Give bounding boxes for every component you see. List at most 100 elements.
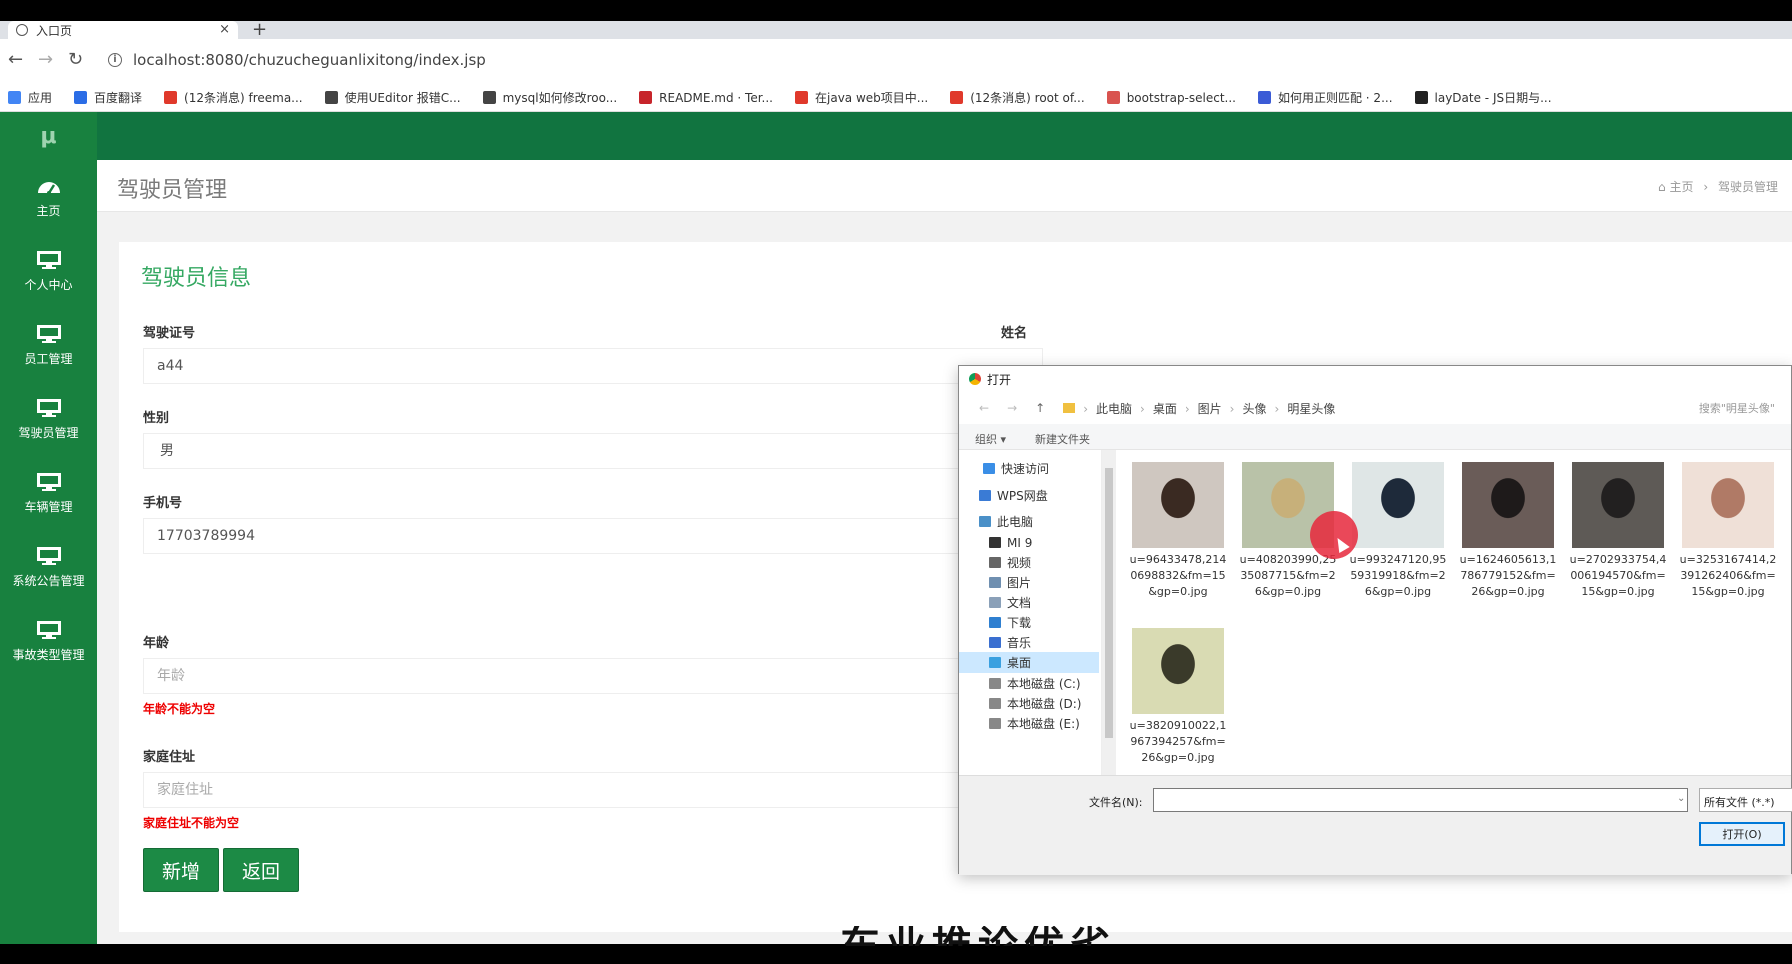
filetype-select[interactable]: 所有文件 (*.*) <box>1699 788 1792 812</box>
license-input[interactable]: a44 <box>143 348 1043 384</box>
bookmark-item[interactable]: mysql如何修改roo... <box>482 89 617 106</box>
sidebar-item[interactable]: 员工管理 <box>0 308 97 382</box>
nav-item[interactable]: 本地磁盘 (C:) <box>959 673 1099 694</box>
sidebar-item[interactable]: 主页 <box>0 160 97 234</box>
file-name: u=3253167414,2391262406&fm=15&gp=0.jpg <box>1679 553 1777 598</box>
address-input[interactable]: 家庭住址 <box>143 772 1043 808</box>
bookmark-label: 在java web项目中... <box>815 91 929 105</box>
age-input[interactable]: 年龄 <box>143 658 1043 694</box>
back-button[interactable]: 返回 <box>223 848 299 892</box>
bookmark-item[interactable]: 百度翻译 <box>74 89 142 106</box>
bookmark-item[interactable]: 如何用正则匹配 · 2... <box>1257 89 1393 106</box>
path-segment[interactable]: 此电脑 <box>1096 402 1132 416</box>
url-text[interactable]: localhost:8080/chuzucheguanlixitong/inde… <box>133 51 486 69</box>
nav-item[interactable]: WPS网盘 <box>959 485 1099 506</box>
file-name: u=408203990,2535087715&fm=26&gp=0.jpg <box>1239 553 1337 598</box>
bookmark-item[interactable]: README.md · Ter... <box>639 91 773 105</box>
nav-item[interactable]: 本地磁盘 (D:) <box>959 693 1099 714</box>
filename-input[interactable] <box>1153 788 1688 812</box>
nav-item[interactable]: 此电脑 <box>959 511 1099 532</box>
nav-item[interactable]: 桌面 <box>959 652 1099 673</box>
nav-item[interactable]: 图片 <box>959 572 1099 593</box>
nav-item-icon <box>979 516 991 527</box>
file-item[interactable]: u=3253167414,2391262406&fm=15&gp=0.jpg <box>1678 450 1778 600</box>
nav-item[interactable]: MI 9 <box>959 532 1099 553</box>
new-folder-button[interactable]: 新建文件夹 <box>1035 431 1090 447</box>
file-item[interactable]: u=993247120,9559319918&fm=26&gp=0.jpg <box>1348 450 1448 600</box>
bookmark-item[interactable]: (12条消息) root of... <box>950 89 1085 106</box>
age-error: 年龄不能为空 <box>143 702 216 716</box>
bookmark-item[interactable]: layDate - JS日期与... <box>1414 89 1552 106</box>
sidebar-item[interactable]: 个人中心 <box>0 234 97 308</box>
breadcrumb-home[interactable]: 主页 <box>1670 180 1694 194</box>
path-segment[interactable]: 明星头像 <box>1287 402 1335 416</box>
screen: 入口页 × + ← → ↻ i localhost:8080/chuzucheg… <box>0 0 1792 964</box>
subtitle-text: 车业推论优劣 <box>840 926 1180 946</box>
nav-item[interactable]: 下载 <box>959 612 1099 633</box>
nav-item[interactable]: 文档 <box>959 592 1099 613</box>
file-item[interactable]: u=2702933754,4006194570&fm=15&gp=0.jpg <box>1568 450 1668 600</box>
info-icon[interactable]: i <box>108 53 122 67</box>
bookmark-icon <box>950 91 964 104</box>
forward-arrow-icon[interactable]: → <box>1007 401 1017 415</box>
bookmark-label: (12条消息) freema... <box>184 91 303 105</box>
open-button[interactable]: 打开(O) <box>1699 822 1785 846</box>
scrollbar-thumb[interactable] <box>1105 468 1113 738</box>
bookmark-label: 如何用正则匹配 · 2... <box>1277 91 1393 105</box>
nav-scrollbar[interactable] <box>1102 450 1116 775</box>
reload-icon[interactable]: ↻ <box>68 49 83 70</box>
nav-item[interactable]: 音乐 <box>959 632 1099 653</box>
file-item[interactable]: u=3820910022,1967394257&fm=26&gp=0.jpg <box>1128 616 1228 766</box>
back-arrow-icon[interactable]: ← <box>979 401 989 415</box>
path-segment[interactable]: 桌面 <box>1153 402 1177 416</box>
tab-close-icon[interactable]: × <box>219 22 230 37</box>
forward-icon[interactable]: → <box>38 49 53 70</box>
path-segment[interactable]: 头像 <box>1242 402 1266 416</box>
up-arrow-icon[interactable]: ↑ <box>1035 401 1045 415</box>
nav-item[interactable]: 本地磁盘 (E:) <box>959 713 1099 734</box>
file-item[interactable]: u=96433478,2140698832&fm=15&gp=0.jpg <box>1128 450 1228 600</box>
new-tab-button[interactable]: + <box>252 19 267 40</box>
bookmark-item[interactable]: (12条消息) freema... <box>164 89 303 106</box>
nav-item-label: 视频 <box>1007 556 1032 570</box>
top-navbar <box>97 112 1792 160</box>
path-segment[interactable]: 图片 <box>1198 402 1222 416</box>
nav-item-icon <box>979 490 991 501</box>
nav-item[interactable]: 快速访问 <box>959 458 1099 479</box>
bookmark-item[interactable]: 应用 <box>8 89 52 106</box>
sidebar-item[interactable]: 系统公告管理 <box>0 530 97 604</box>
globe-icon <box>16 24 28 36</box>
gender-label: 性别 <box>143 411 170 426</box>
bookmark-icon <box>1414 91 1428 104</box>
path-separator: › <box>1083 401 1088 416</box>
sidebar-item[interactable]: 车辆管理 <box>0 456 97 530</box>
sidebar: μ 主页 个人中心 员工管理 驾驶员管理 车辆管理 系统公告管理 事故类型管理 <box>0 112 97 944</box>
nav-item-icon <box>983 463 995 474</box>
gender-select[interactable]: 男 <box>143 433 1043 469</box>
page-header: 驾驶员管理 ⌂ 主页 › 驾驶员管理 <box>97 160 1792 212</box>
dialog-toolbar: 组织 ▾ 新建文件夹 <box>959 424 1791 450</box>
bookmark-item[interactable]: 在java web项目中... <box>795 89 928 106</box>
back-icon[interactable]: ← <box>8 49 23 70</box>
bookmark-icon <box>1257 91 1271 104</box>
license-label: 驾驶证号 <box>143 326 196 341</box>
app-logo[interactable]: μ <box>0 112 97 160</box>
sidebar-item[interactable]: 驾驶员管理 <box>0 382 97 456</box>
add-button[interactable]: 新增 <box>143 848 219 892</box>
nav-item-label: 图片 <box>1007 576 1032 590</box>
sidebar-item[interactable]: 事故类型管理 <box>0 604 97 678</box>
dialog-path-bar: ← → ↑ › 此电脑 › 桌面 › 图片 › 头像 › 明星头像 <box>959 392 1791 424</box>
bookmark-item[interactable]: 使用UEditor 报错C... <box>324 89 461 106</box>
nav-item-icon <box>989 657 1001 668</box>
phone-input[interactable]: 17703789994 <box>143 518 1043 554</box>
bookmark-item[interactable]: bootstrap-select... <box>1106 91 1236 105</box>
nav-item[interactable]: 视频 <box>959 552 1099 573</box>
file-name: u=1624605613,1786779152&fm=26&gp=0.jpg <box>1459 553 1557 598</box>
dialog-search[interactable]: 搜索"明星头像" <box>1699 400 1775 416</box>
browser-tab[interactable]: 入口页 × <box>8 21 238 39</box>
filename-dropdown-icon[interactable]: ⌄ <box>1677 793 1685 804</box>
nav-item-label: 本地磁盘 (D:) <box>1007 697 1082 711</box>
organize-menu[interactable]: 组织 ▾ <box>975 431 1006 447</box>
nav-item-label: 本地磁盘 (C:) <box>1007 677 1081 691</box>
file-item[interactable]: u=1624605613,1786779152&fm=26&gp=0.jpg <box>1458 450 1558 600</box>
